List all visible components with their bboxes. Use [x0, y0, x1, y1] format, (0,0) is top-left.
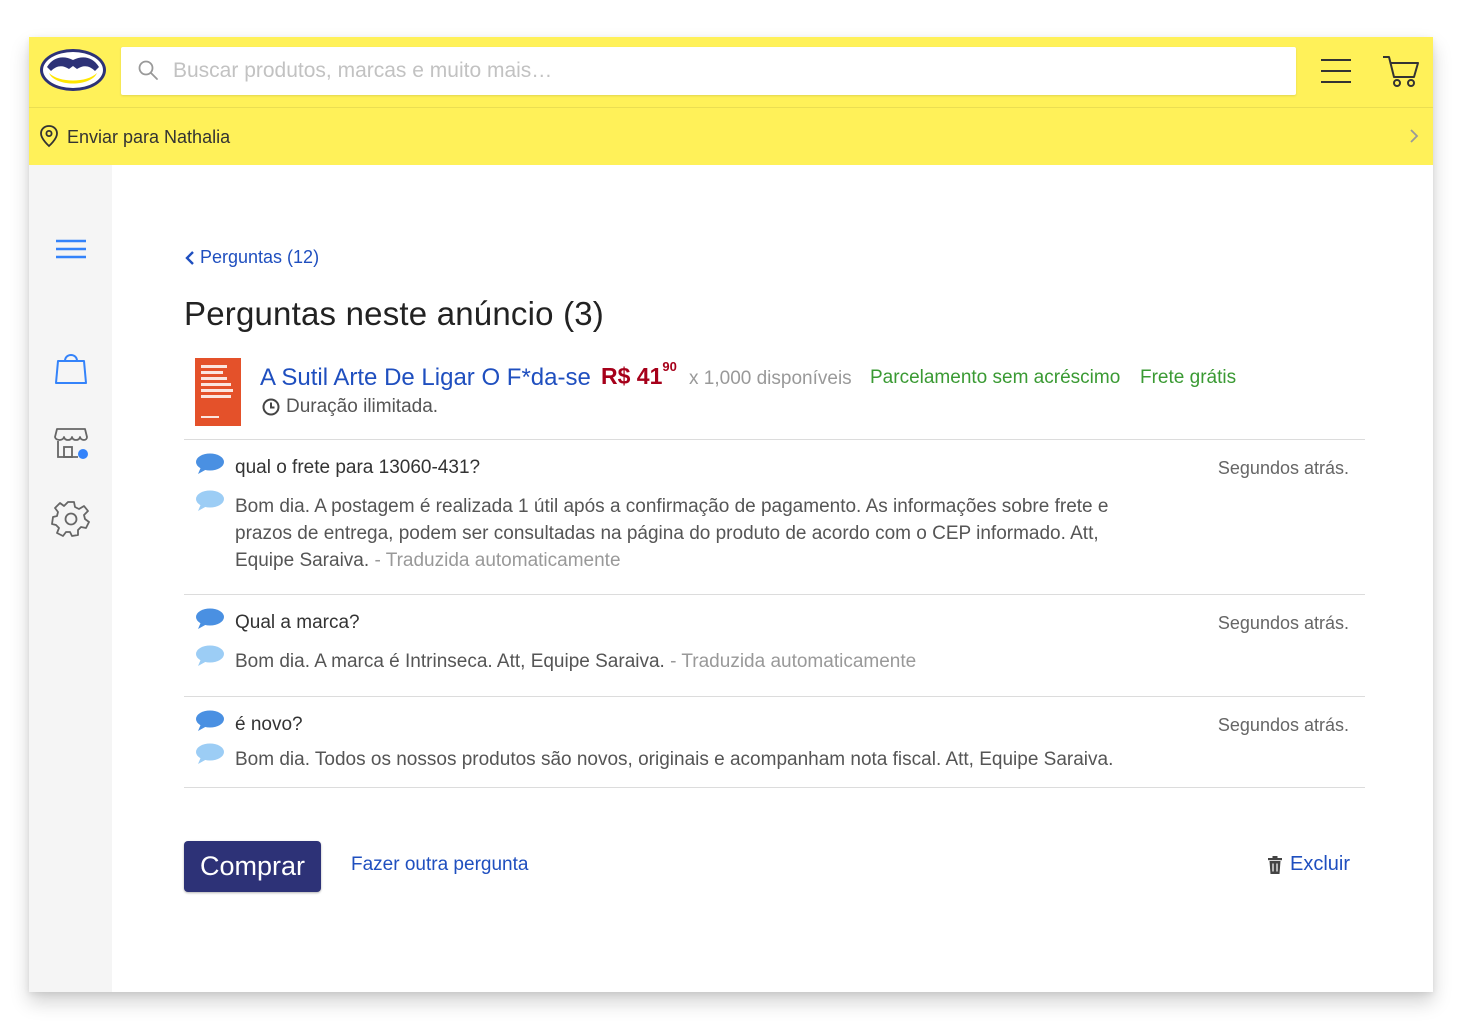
- answer-text: Bom dia. A postagem é realizada 1 útil a…: [235, 493, 1140, 574]
- question-text: é novo?: [235, 714, 303, 735]
- answer-bubble-icon: [196, 645, 224, 666]
- chevron-left-icon: [185, 250, 194, 265]
- search-box[interactable]: [121, 47, 1296, 95]
- question-time: Segundos atrás.: [1217, 715, 1349, 735]
- price-cents: 90: [662, 359, 677, 375]
- store-icon[interactable]: [51, 423, 91, 463]
- location-pin-icon: [40, 125, 58, 148]
- answer-text: Bom dia. Todos os nossos produtos são no…: [235, 746, 1235, 773]
- answer-bubble-icon: [196, 743, 224, 764]
- answer-body: Bom dia. A marca é Intrinseca. Att, Equi…: [235, 651, 665, 672]
- search-input[interactable]: [173, 47, 1273, 95]
- mercadolivre-logo[interactable]: [39, 47, 107, 93]
- main-content: Perguntas (12) Perguntas neste anúncio (…: [112, 165, 1433, 992]
- question-text: qual o frete para 13060-431?: [235, 457, 481, 478]
- answer-body: Bom dia. A postagem é realizada 1 útil a…: [235, 496, 1109, 571]
- question-item: Qual a marca? Segundos atrás. Bom dia. A…: [184, 594, 1365, 696]
- question-actions: Comprar Fazer outra pergunta Excluir: [184, 841, 1365, 893]
- product-thumbnail[interactable]: [195, 358, 241, 426]
- delete-button[interactable]: Excluir: [1267, 853, 1350, 876]
- answer-row: Bom dia. A postagem é realizada 1 útil a…: [184, 490, 1365, 574]
- ask-another-question-link[interactable]: Fazer outra pergunta: [351, 854, 528, 876]
- chevron-right-icon: [1410, 129, 1419, 143]
- search-icon: [138, 60, 158, 80]
- question-item: é novo? Segundos atrás. Bom dia. Todos o…: [184, 696, 1365, 788]
- product-summary: A Sutil Arte De Ligar O F*da-se R$ 4190 …: [184, 358, 1365, 433]
- auto-translated-note: - Traduzida automaticamente: [670, 651, 917, 672]
- listing-duration: Duração ilimitada.: [262, 396, 438, 418]
- duration-label: Duração ilimitada.: [286, 396, 439, 417]
- answer-row: Bom dia. Todos os nossos produtos são no…: [184, 743, 1365, 773]
- auto-translated-note: - Traduzida automaticamente: [374, 550, 621, 571]
- answer-text: Bom dia. A marca é Intrinseca. Att, Equi…: [235, 648, 1140, 675]
- app-window: Enviar para Nathalia: [29, 37, 1433, 992]
- installments-badge: Parcelamento sem acréscimo: [870, 367, 1121, 388]
- question-row: é novo? Segundos atrás.: [184, 710, 1365, 736]
- answer-row: Bom dia. A marca é Intrinseca. Att, Equi…: [184, 645, 1365, 675]
- question-bubble-icon: [196, 710, 224, 731]
- menu-icon[interactable]: [51, 229, 91, 269]
- questions-list: qual o frete para 13060-431? Segundos at…: [184, 439, 1365, 788]
- question-bubble-icon: [196, 608, 224, 629]
- buy-button[interactable]: Comprar: [184, 841, 321, 892]
- question-row: qual o frete para 13060-431? Segundos at…: [184, 453, 1365, 479]
- shopping-bag-icon[interactable]: [51, 347, 91, 387]
- back-to-questions-link[interactable]: Perguntas (12): [184, 247, 319, 268]
- price-main: R$ 41: [601, 363, 663, 389]
- gear-icon[interactable]: [51, 499, 91, 539]
- free-shipping-badge: Frete grátis: [1140, 367, 1237, 388]
- availability-text: x 1,000 disponíveis: [689, 368, 852, 389]
- question-time: Segundos atrás.: [1217, 613, 1349, 633]
- top-header: Enviar para Nathalia: [29, 37, 1433, 165]
- shipping-address-bar[interactable]: Enviar para Nathalia: [29, 108, 1433, 165]
- sidebar: [29, 165, 112, 992]
- question-item: qual o frete para 13060-431? Segundos at…: [184, 439, 1365, 594]
- delete-label: Excluir: [1289, 853, 1350, 875]
- question-row: Qual a marca? Segundos atrás.: [184, 608, 1365, 634]
- page-title: Perguntas neste anúncio (3): [184, 295, 604, 332]
- back-link-label: Perguntas (12): [200, 247, 320, 267]
- question-text: Qual a marca?: [235, 612, 360, 633]
- product-title-link[interactable]: A Sutil Arte De Ligar O F*da-se: [260, 364, 591, 392]
- hamburger-menu-icon[interactable]: [1319, 56, 1353, 86]
- answer-body: Bom dia. Todos os nossos produtos são no…: [235, 749, 1114, 770]
- clock-icon: [262, 398, 280, 416]
- product-price: R$ 4190: [601, 359, 677, 390]
- trash-icon: [1267, 855, 1282, 874]
- question-time: Segundos atrás.: [1217, 458, 1349, 478]
- answer-bubble-icon: [196, 490, 224, 511]
- cart-icon[interactable]: [1381, 53, 1421, 89]
- question-bubble-icon: [196, 453, 224, 474]
- shipping-address-label: Enviar para Nathalia: [67, 127, 231, 147]
